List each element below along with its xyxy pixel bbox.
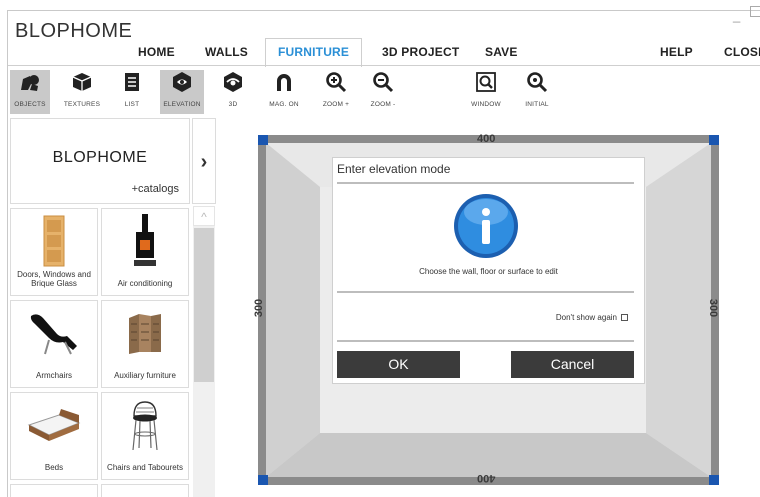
list-icon	[125, 73, 139, 91]
zoom-window-icon	[476, 72, 496, 92]
tool-textures-label: TEXTURES	[63, 101, 101, 108]
menu-help[interactable]: HELP	[660, 45, 693, 59]
category-auxiliary-furniture[interactable]: Auxiliary furniture	[101, 300, 189, 388]
dimension-top: 400	[477, 133, 496, 145]
category-beds[interactable]: Beds	[10, 392, 98, 480]
stove-icon	[134, 214, 156, 266]
elevation-icon	[173, 72, 191, 92]
category-label: Chairs and Tabourets	[107, 463, 183, 472]
menu-3d-project[interactable]: 3D PROJECT	[382, 45, 459, 59]
dont-show-again-label: Don't show again	[555, 313, 617, 322]
category-chairs-tabourets[interactable]: Chairs and Tabourets	[101, 392, 189, 480]
magnet-icon	[277, 74, 291, 91]
wall-left	[266, 143, 320, 477]
lounge-chair-icon	[30, 314, 77, 355]
info-icon	[454, 194, 518, 258]
maximize-button[interactable]	[750, 6, 760, 17]
tool-magnet[interactable]: MAG. ON	[264, 70, 304, 114]
cancel-button[interactable]: Cancel	[511, 351, 634, 378]
catalog-brand-panel[interactable]: BLOPHOME +catalogs	[10, 118, 190, 204]
elevation-mode-dialog: Enter elevation mode Choose the wall, fl…	[332, 157, 645, 384]
menu-walls[interactable]: WALLS	[205, 45, 248, 59]
dialog-separator	[337, 182, 634, 184]
tool-zoom-in-label: ZOOM +	[322, 101, 350, 108]
dialog-message: Choose the wall, floor or surface to edi…	[419, 267, 558, 276]
tool-elevation-label: ELEVATION	[163, 101, 201, 108]
dialog-separator	[337, 291, 634, 293]
objects-icon	[21, 75, 39, 91]
cube-icon	[72, 73, 92, 91]
tool-list[interactable]: LIST	[116, 70, 148, 114]
tool-zoom-initial-label: INITIAL	[525, 101, 549, 108]
ok-button[interactable]: OK	[337, 351, 460, 378]
category-label: Auxiliary furniture	[114, 371, 176, 380]
tool-magnet-label: MAG. ON	[269, 101, 299, 108]
zoom-out-icon	[373, 72, 394, 93]
category-doors-windows[interactable]: Doors, Windows and Brique Glass	[10, 208, 98, 296]
dimension-right: 300	[707, 298, 720, 318]
dimension-bottom: 400	[477, 472, 496, 484]
dialog-separator	[337, 340, 634, 342]
tool-list-label: LIST	[124, 101, 140, 108]
tool-zoom-initial[interactable]: INITIAL	[520, 70, 554, 114]
door-icon	[43, 215, 65, 267]
tool-3d-label: 3D	[228, 101, 238, 108]
corner-handle-top-right[interactable]	[709, 135, 719, 145]
menu-furniture[interactable]: FURNITURE	[265, 38, 363, 67]
tool-zoom-in[interactable]: ZOOM +	[318, 70, 354, 114]
catalog-brand-name: BLOPHOME	[52, 149, 148, 166]
tool-textures[interactable]: TEXTURES	[60, 70, 104, 114]
dont-show-again-checkbox[interactable]: Don't show again	[556, 313, 628, 322]
tool-zoom-window[interactable]: WINDOW	[466, 70, 506, 114]
dialog-title: Enter elevation mode	[337, 162, 451, 176]
category-next-row-right[interactable]	[101, 484, 189, 497]
corner-handle-top-left[interactable]	[258, 135, 268, 145]
minimize-button[interactable]: _	[733, 8, 740, 23]
app-title: BLOPHOME	[15, 20, 133, 42]
category-armchairs[interactable]: Armchairs	[10, 300, 98, 388]
wall-right	[646, 143, 711, 477]
menu-close[interactable]: CLOSE	[724, 45, 760, 59]
tool-objects[interactable]: OBJECTS	[10, 70, 50, 114]
wall-bottom	[266, 433, 711, 477]
category-next-row-left[interactable]	[10, 484, 98, 497]
menu-divider	[8, 65, 760, 66]
bed-icon	[27, 409, 81, 441]
tool-zoom-out-label: ZOOM -	[370, 101, 396, 108]
corner-handle-bottom-left[interactable]	[258, 475, 268, 485]
corner-handle-bottom-right[interactable]	[709, 475, 719, 485]
checkbox-box[interactable]	[621, 314, 628, 322]
catalogs-link[interactable]: +catalogs	[132, 183, 179, 195]
category-label: Air conditioning	[117, 279, 173, 288]
app-window: BLOPHOME _ HOME WALLS FURNITURE 3D PROJE…	[0, 0, 760, 497]
3d-icon	[224, 72, 242, 92]
next-catalog-arrow[interactable]: ›	[192, 118, 216, 204]
dimension-left: 300	[253, 298, 266, 318]
zoom-in-icon	[326, 72, 347, 93]
category-label: Beds	[44, 463, 64, 472]
tool-elevation[interactable]: ELEVATION	[160, 70, 204, 114]
bar-stool-icon	[132, 401, 158, 451]
menu-home[interactable]: HOME	[138, 45, 175, 59]
tool-zoom-window-label: WINDOW	[471, 101, 501, 108]
category-label: Armchairs	[35, 371, 72, 380]
category-air-conditioning[interactable]: Air conditioning	[101, 208, 189, 296]
screen-divider-icon	[129, 314, 161, 354]
tool-objects-label: OBJECTS	[14, 101, 46, 108]
scroll-up-button[interactable]: ^	[193, 206, 215, 226]
tool-zoom-out[interactable]: ZOOM -	[368, 70, 398, 114]
tool-3d[interactable]: 3D	[218, 70, 248, 114]
category-label: Doors, Windows and Brique Glass	[17, 270, 91, 288]
menu-save[interactable]: SAVE	[485, 45, 518, 59]
scrollbar-thumb[interactable]	[194, 228, 214, 382]
zoom-initial-icon	[527, 72, 548, 93]
